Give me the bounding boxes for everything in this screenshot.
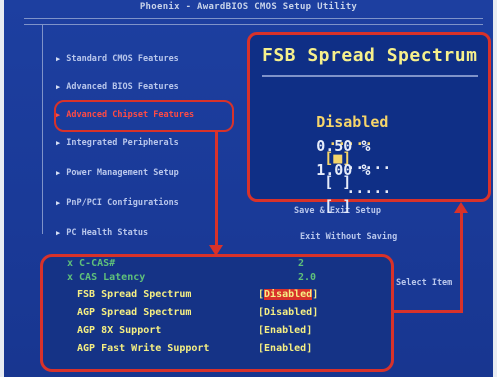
menu-item-label: Standard CMOS Features bbox=[66, 54, 179, 64]
exit-without-saving-item[interactable]: Exit Without Saving bbox=[300, 232, 397, 242]
arrow-down-line bbox=[215, 130, 218, 250]
fsb-option-100[interactable]: 1.00 % ..... [ ] bbox=[262, 143, 391, 233]
setting-value: [Disabled] bbox=[258, 307, 319, 318]
setting-name: AGP Spread Spectrum bbox=[77, 307, 192, 318]
setting-row[interactable]: AGP Spread Spectrum [Disabled] bbox=[43, 307, 391, 322]
arrow-up-line bbox=[460, 212, 463, 313]
menu-item-standard-cmos[interactable]: ▶ Standard CMOS Features bbox=[56, 52, 226, 66]
setting-value: [Enabled] bbox=[258, 343, 313, 354]
triangle-icon: ▶ bbox=[56, 83, 61, 91]
left-frame-line bbox=[42, 24, 43, 234]
setting-value: 2 bbox=[298, 258, 305, 269]
arrow-up-icon bbox=[454, 202, 468, 213]
menu-item-label: Advanced BIOS Features bbox=[66, 82, 179, 92]
menu-item-pnp-pci[interactable]: ▶ PnP/PCI Configurations bbox=[56, 196, 226, 210]
fsb-panel-divider bbox=[262, 75, 478, 77]
triangle-icon: ▶ bbox=[56, 139, 61, 147]
setting-name: FSB Spread Spectrum bbox=[77, 289, 192, 300]
triangle-icon: ▶ bbox=[56, 199, 61, 207]
select-item-hint: Select Item bbox=[396, 278, 453, 288]
setting-name: AGP Fast Write Support bbox=[77, 343, 210, 354]
value-text: Enabled bbox=[264, 343, 307, 354]
setting-name: x C-CAS# bbox=[67, 258, 116, 269]
setting-name: AGP 8X Support bbox=[77, 325, 162, 336]
setting-value: [Disabled] bbox=[258, 289, 319, 300]
chipset-settings-panel: x C-CAS# 2 x CAS Latency 2.0 FSB Spread … bbox=[40, 254, 394, 372]
value-text: Disabled bbox=[264, 307, 313, 318]
setting-row[interactable]: AGP Fast Write Support [Enabled] bbox=[43, 343, 391, 358]
value-text: Enabled bbox=[264, 325, 307, 336]
triangle-icon: ▶ bbox=[56, 55, 61, 63]
setting-row[interactable]: AGP 8X Support [Enabled] bbox=[43, 325, 391, 340]
triangle-icon: ▶ bbox=[56, 169, 61, 177]
bios-title: Phoenix - AwardBIOS CMOS Setup Utility bbox=[139, 2, 358, 12]
menu-item-power-management[interactable]: ▶ Power Management Setup bbox=[56, 166, 226, 180]
option-checkbox: [ ] bbox=[324, 197, 352, 215]
menu-item-label: Power Management Setup bbox=[66, 168, 179, 178]
fsb-panel-title: FSB Spread Spectrum bbox=[262, 45, 478, 66]
setting-row[interactable]: x CAS Latency 2.0 bbox=[43, 272, 391, 287]
triangle-icon: ▶ bbox=[56, 229, 61, 237]
top-divider bbox=[24, 18, 483, 19]
setting-name: x CAS Latency bbox=[67, 272, 146, 283]
setting-value: 2.0 bbox=[298, 272, 317, 283]
option-dots: ..... bbox=[346, 179, 392, 197]
setting-value: [Enabled] bbox=[258, 325, 313, 336]
menu-item-advanced-bios[interactable]: ▶ Advanced BIOS Features bbox=[56, 80, 226, 94]
option-label: 1.00 % bbox=[316, 161, 371, 179]
selected-value: Disabled bbox=[264, 289, 313, 300]
menu-item-pc-health[interactable]: ▶ PC Health Status bbox=[56, 226, 226, 240]
top-divider-2 bbox=[24, 24, 483, 25]
menu-item-integrated-peripherals[interactable]: ▶ Integrated Peripherals bbox=[56, 136, 226, 150]
setting-row[interactable]: x C-CAS# 2 bbox=[43, 258, 391, 273]
setting-row-fsb[interactable]: FSB Spread Spectrum [Disabled] bbox=[43, 289, 391, 304]
menu-item-label: PC Health Status bbox=[66, 228, 149, 238]
menu-item-label: PnP/PCI Configurations bbox=[66, 198, 179, 208]
bios-screen: Phoenix - AwardBIOS CMOS Setup Utility ▶… bbox=[4, 0, 493, 377]
menu-item-label: Integrated Peripherals bbox=[66, 138, 179, 148]
arrow-horizontal-line bbox=[390, 310, 462, 313]
highlight-ring bbox=[54, 100, 234, 132]
fsb-options-panel: FSB Spread Spectrum Disabled ..... [■] 0… bbox=[247, 32, 491, 215]
